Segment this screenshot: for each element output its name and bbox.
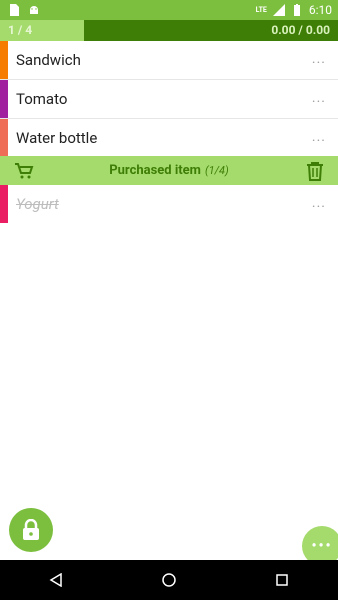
list-item[interactable]: Water bottle ...: [0, 119, 338, 158]
item-color-bar: [0, 119, 8, 157]
signal-icon: [272, 4, 285, 16]
cart-icon: [15, 163, 34, 179]
sim-card-icon: [10, 4, 19, 16]
lock-icon: [23, 519, 39, 540]
item-more-button[interactable]: ...: [312, 195, 326, 211]
home-icon[interactable]: [161, 572, 177, 588]
android-icon: [30, 6, 38, 14]
section-title: Purchased item: [109, 163, 201, 178]
item-color-bar: [0, 80, 8, 118]
back-icon[interactable]: [49, 573, 63, 587]
item-more-button[interactable]: ...: [312, 90, 326, 106]
list-item[interactable]: Tomato ...: [0, 80, 338, 119]
progress-header: 1 / 4 0.00 / 0.00: [0, 20, 338, 41]
purchased-section-header[interactable]: Purchased item (1/4): [0, 156, 338, 185]
item-more-button[interactable]: ...: [312, 51, 326, 67]
item-more-button[interactable]: ...: [312, 129, 326, 145]
section-count: (1/4): [204, 164, 229, 177]
item-name: Yogurt: [16, 195, 59, 213]
purchased-list: Yogurt ...: [0, 185, 338, 223]
item-color-bar: [0, 185, 8, 223]
progress-count: 1 / 4: [8, 23, 33, 37]
battery-icon: [293, 4, 300, 16]
lock-button[interactable]: [9, 508, 53, 552]
network-type: LTE: [255, 6, 267, 14]
trash-icon[interactable]: [306, 161, 324, 181]
status-bar: LTE 6:10: [0, 0, 338, 20]
item-name: Sandwich: [16, 51, 81, 69]
navigation-bar: [0, 560, 338, 600]
shopping-list: Sandwich ... Tomato ... Water bottle ...: [0, 41, 338, 158]
item-name: Water bottle: [16, 129, 98, 147]
item-color-bar: [0, 41, 8, 79]
item-name: Tomato: [16, 90, 68, 108]
recents-icon[interactable]: [275, 573, 289, 587]
status-time: 6:10: [308, 3, 332, 17]
list-item[interactable]: Yogurt ...: [0, 185, 338, 223]
list-item[interactable]: Sandwich ...: [0, 41, 338, 80]
progress-total: 0.00 / 0.00: [271, 23, 330, 37]
